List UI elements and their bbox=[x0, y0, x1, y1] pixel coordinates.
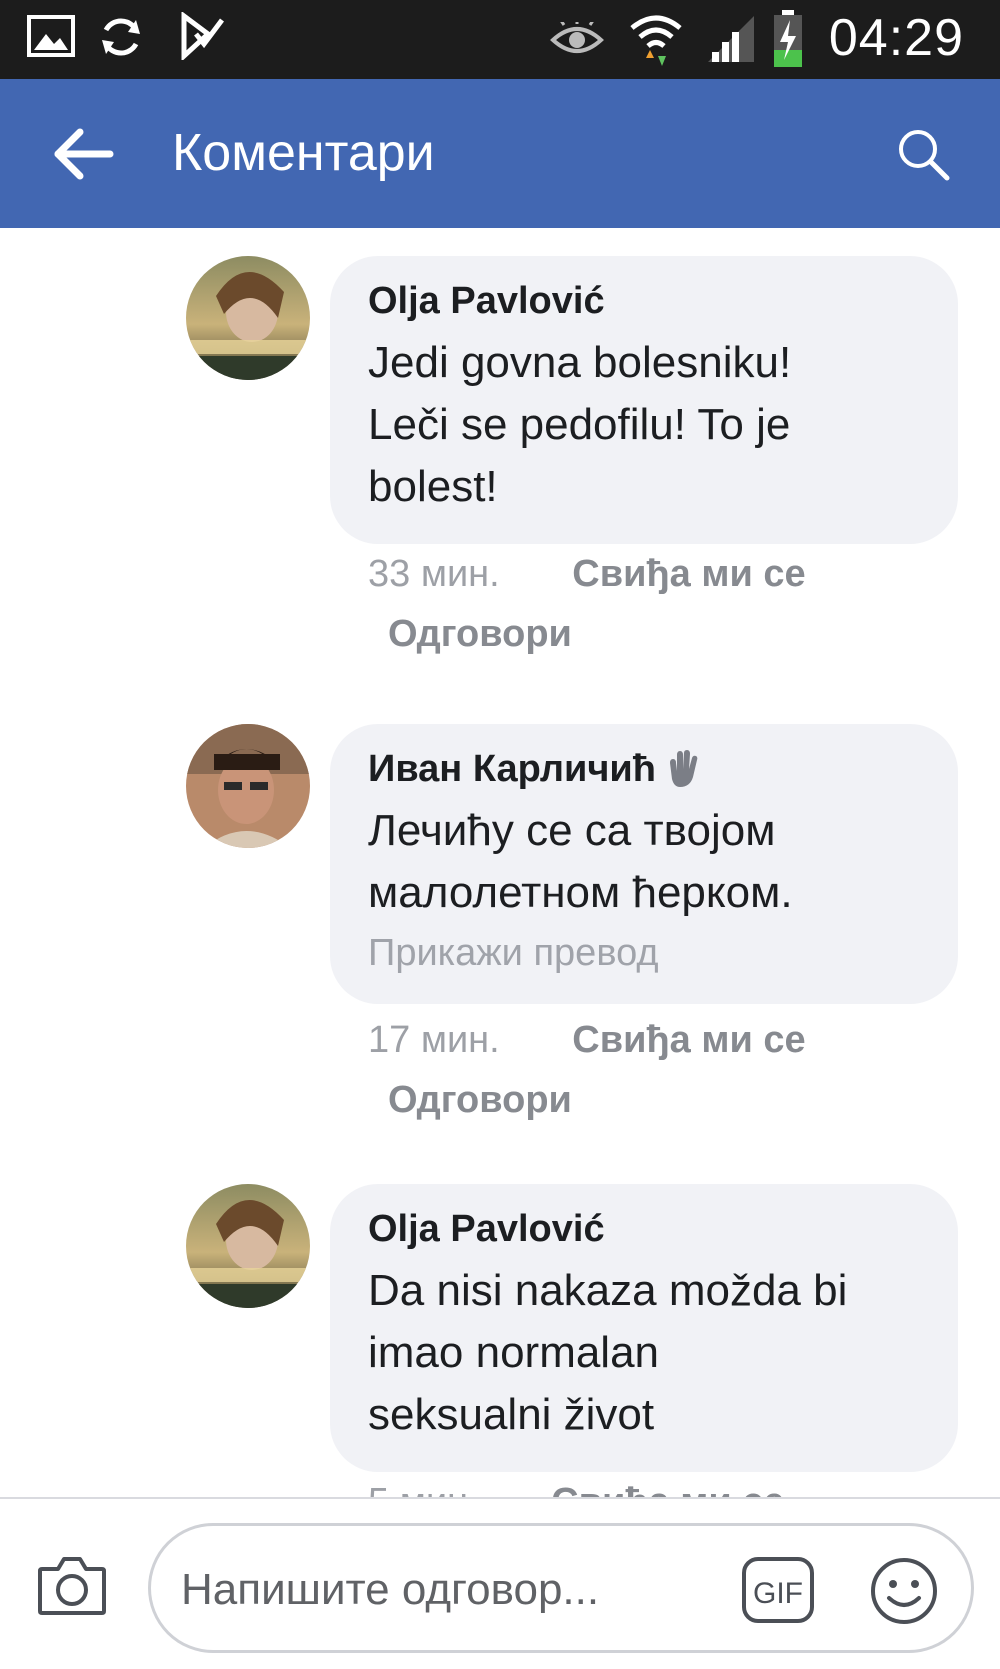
comment-time[interactable]: 17 мин. bbox=[368, 1019, 500, 1061]
wave-hand-icon bbox=[670, 750, 698, 787]
comment-time[interactable]: 33 мин. bbox=[368, 553, 500, 595]
like-button[interactable]: Свиђа ми се bbox=[572, 553, 805, 595]
app-bar: Коментари bbox=[0, 79, 1000, 228]
like-button[interactable]: Свиђа ми се bbox=[572, 1019, 805, 1061]
gif-icon[interactable]: GIF bbox=[741, 1556, 815, 1624]
comment-text: Jedi govna bolesniku! Leči se pedofilu! … bbox=[368, 338, 792, 511]
comment-text: Лечићу се са твојом малолетном ћерком. bbox=[368, 806, 793, 917]
comment-meta: 17 мин. Свиђа ми се Одговори bbox=[368, 1014, 806, 1126]
page-title: Коментари bbox=[172, 124, 435, 182]
avatar[interactable] bbox=[186, 724, 310, 848]
reply-input[interactable] bbox=[181, 1560, 701, 1620]
camera-icon[interactable] bbox=[36, 1553, 108, 1619]
reply-input-container: GIF bbox=[148, 1523, 974, 1653]
comment-bubble: Olja Pavlović Jedi govna bolesniku! Leči… bbox=[330, 256, 958, 544]
comment-author[interactable]: Olja Pavlović bbox=[368, 276, 922, 326]
sync-icon bbox=[102, 18, 140, 56]
comment-bubble: Olja Pavlović Da nisi nakaza možda bi im… bbox=[330, 1184, 958, 1472]
avatar[interactable] bbox=[186, 1184, 310, 1308]
eye-icon bbox=[550, 22, 604, 53]
avatar[interactable] bbox=[186, 256, 310, 380]
comment-bubble: Иван Карличић Лечићу се са твојом малоле… bbox=[330, 724, 958, 1004]
comment-text: Da nisi nakaza možda bi imao normalan se… bbox=[368, 1266, 848, 1439]
signal-icon bbox=[708, 16, 754, 62]
svg-text:GIF: GIF bbox=[753, 1577, 803, 1610]
emoji-icon[interactable] bbox=[869, 1556, 939, 1626]
comment-author[interactable]: Иван Карличић bbox=[368, 744, 922, 794]
status-bar: 04:29 bbox=[0, 0, 1000, 79]
gallery-icon bbox=[27, 15, 75, 57]
search-icon[interactable] bbox=[894, 125, 952, 183]
comment-author[interactable]: Olja Pavlović bbox=[368, 1204, 922, 1254]
wifi-icon bbox=[630, 15, 682, 66]
task-check-icon bbox=[181, 12, 224, 60]
reply-button[interactable]: Одговори bbox=[388, 608, 806, 660]
back-arrow-icon[interactable] bbox=[50, 124, 120, 184]
battery-charging-icon bbox=[774, 10, 802, 67]
clock: 04:29 bbox=[828, 9, 964, 67]
reply-composer: GIF bbox=[0, 1497, 1000, 1669]
comment-meta: 33 мин. Свиђа ми се Одговори bbox=[368, 548, 806, 660]
reply-button[interactable]: Одговори bbox=[388, 1074, 806, 1126]
show-translation-link[interactable]: Прикажи превод bbox=[368, 928, 922, 978]
